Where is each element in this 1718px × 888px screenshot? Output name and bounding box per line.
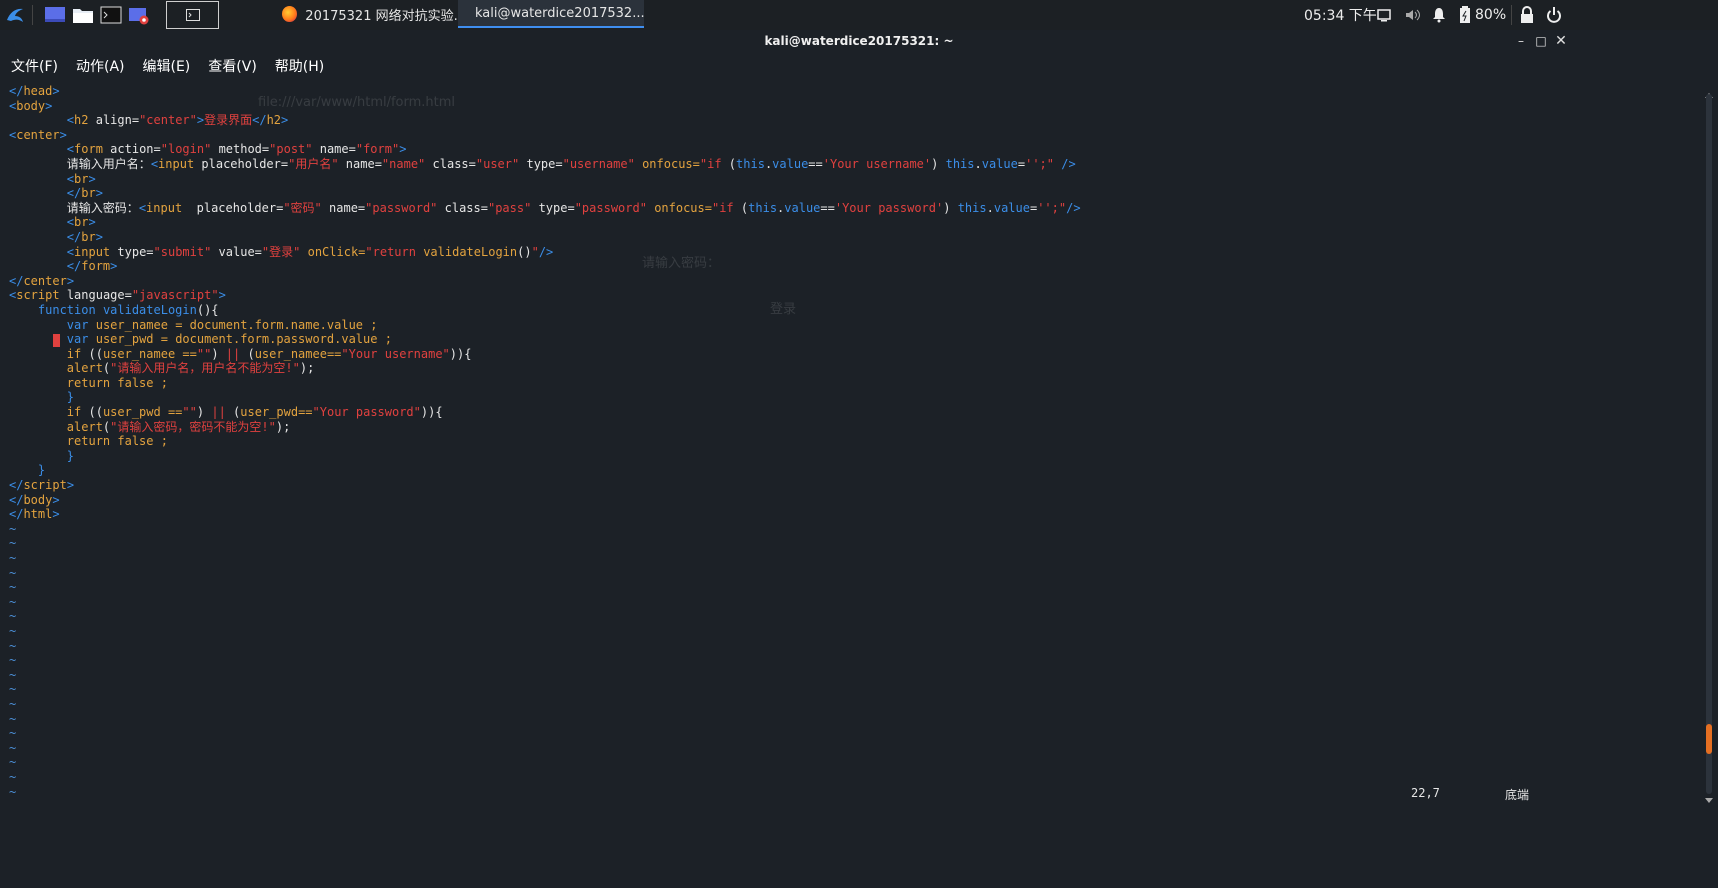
task-firefox-label: 20175321 网络对抗实验...: [305, 8, 466, 24]
vim-status-line: 22,7 底端: [0, 786, 1700, 802]
code-line: </head>: [9, 84, 60, 98]
code-line: <script language="javascript">: [9, 288, 226, 303]
empty-line-marker: ~: [9, 580, 17, 595]
code-line: <br>: [66, 215, 96, 230]
code-line: if ((user_pwd =="") || (user_pwd=="Your …: [66, 405, 443, 420]
code-line: </center>: [9, 273, 75, 288]
scroll-track[interactable]: [1706, 94, 1712, 794]
power-icon[interactable]: [1546, 6, 1562, 24]
scroll-down-arrow[interactable]: [1704, 790, 1714, 803]
taskbar-divider: [32, 5, 33, 25]
code-line: }: [66, 390, 75, 405]
cursor-position: 22,7: [1411, 786, 1440, 800]
code-line: </script>: [9, 478, 75, 493]
code-line: <br>: [66, 171, 96, 186]
code-line: }: [66, 448, 75, 463]
code-line: <center>: [9, 127, 67, 142]
screen-record-icon[interactable]: [128, 5, 150, 25]
lock-icon[interactable]: [1520, 6, 1534, 24]
code-line: alert("请输入用户名，用户名不能为空!");: [66, 361, 315, 376]
bell-icon[interactable]: [1432, 7, 1446, 23]
menu-view[interactable]: 查看(V): [208, 56, 257, 76]
scrollbar[interactable]: [1700, 84, 1718, 803]
code-line: var user_pwd = document.form.password.va…: [66, 332, 392, 347]
code-line: </form>: [66, 259, 118, 274]
taskbar: 20175321 网络对抗实验... kali@waterdice2017532…: [0, 0, 1718, 31]
menu-bar: 文件(F) 动作(A) 编辑(E) 查看(V) 帮助(H): [0, 52, 1718, 80]
battery-icon[interactable]: [1459, 6, 1471, 24]
empty-line-marker: ~: [9, 623, 17, 638]
scroll-position: 底端: [1505, 788, 1530, 802]
desktop-icon[interactable]: [44, 5, 66, 25]
code-line: </body>: [9, 492, 60, 507]
empty-line-marker: ~: [9, 521, 17, 536]
empty-line-marker: ~: [9, 711, 17, 726]
empty-line-marker: ~: [9, 755, 17, 770]
empty-line-marker: ~: [9, 551, 17, 565]
files-icon[interactable]: [72, 5, 94, 25]
code-line: }: [37, 463, 46, 478]
code-line: <form action="login" method="post" name=…: [66, 142, 407, 157]
empty-line-marker: ~: [9, 740, 17, 755]
empty-line-marker: ~: [9, 696, 17, 711]
menu-action[interactable]: 动作(A): [76, 56, 125, 76]
close-icon[interactable]: ✕: [1552, 30, 1570, 52]
code-line: return false ;: [66, 434, 168, 449]
code-line: </br>: [66, 229, 103, 244]
menu-file[interactable]: 文件(F): [11, 56, 58, 76]
code-line: </br>: [66, 186, 103, 201]
workspace-terminal-button[interactable]: [166, 1, 219, 29]
code-line: <body>: [9, 98, 53, 113]
empty-line-marker: ~: [9, 769, 17, 784]
task-firefox[interactable]: 20175321 网络对抗实验...: [274, 0, 466, 28]
text-cursor: [53, 334, 60, 347]
task-terminal[interactable]: kali@waterdice2017532...: [458, 0, 644, 28]
code-line: <h2 align="center">登录界面</h2>: [66, 113, 289, 128]
kali-menu-icon[interactable]: [4, 4, 26, 26]
code-line: return false ;: [66, 375, 168, 390]
menu-edit[interactable]: 编辑(E): [143, 56, 191, 76]
taskbar-divider: [1511, 5, 1512, 25]
terminal-icon[interactable]: [100, 5, 122, 25]
task-terminal-label: kali@waterdice2017532...: [475, 5, 644, 21]
empty-line-marker: ~: [9, 609, 17, 624]
battery-percent: 80%: [1475, 7, 1507, 23]
empty-line-marker: ~: [9, 565, 17, 580]
code-line: alert("请输入密码，密码不能为空!");: [66, 419, 291, 434]
empty-line-marker: ~: [9, 594, 17, 609]
menu-help[interactable]: 帮助(H): [275, 56, 324, 76]
minimize-icon[interactable]: –: [1512, 30, 1530, 52]
display-icon[interactable]: [1376, 7, 1392, 23]
volume-icon[interactable]: [1404, 7, 1422, 23]
window-title: kali@waterdice20175321: ~: [0, 30, 1718, 52]
empty-line-marker: ~: [9, 726, 17, 741]
code-line: 请输入用户名：<input placeholder="用户名" name="na…: [9, 156, 1076, 171]
empty-line-marker: ~: [9, 667, 17, 682]
empty-line-marker: ~: [9, 638, 17, 653]
firefox-icon: [282, 6, 298, 22]
terminal-small-icon: [185, 9, 200, 21]
code-line: 请输入密码：<input placeholder="密码" name="pass…: [9, 200, 1081, 215]
empty-line-marker: ~: [9, 682, 17, 697]
code-line: <input type="submit" value="登录" onClick=…: [66, 244, 554, 259]
empty-line-marker: ~: [9, 653, 17, 668]
code-line: </html>: [9, 507, 60, 522]
vim-editor[interactable]: </head> <body> <h2 align="center">登录界面</…: [0, 84, 1700, 799]
code-line: function validateLogin(){: [37, 302, 219, 317]
clock[interactable]: 05:34 下午: [1304, 0, 1377, 30]
empty-line-marker: ~: [9, 536, 17, 551]
scroll-thumb[interactable]: [1706, 724, 1712, 754]
code-line: if ((user_namee =="") || (user_namee=="Y…: [66, 346, 472, 361]
scroll-up-arrow[interactable]: [1704, 84, 1714, 98]
maximize-icon[interactable]: □: [1532, 30, 1550, 52]
code-line: var user_namee = document.form.name.valu…: [66, 317, 378, 332]
